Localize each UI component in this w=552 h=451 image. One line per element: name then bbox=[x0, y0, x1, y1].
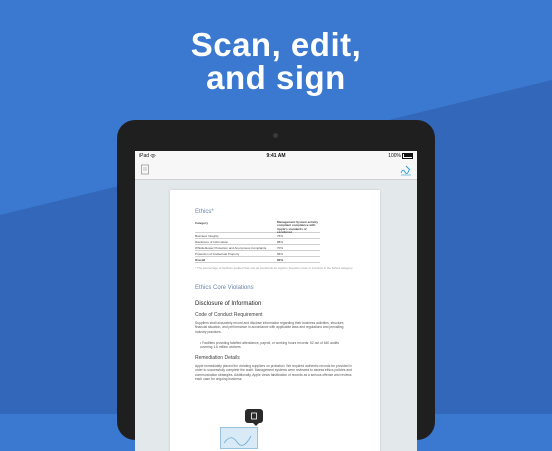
remediation-title: Remediation Details bbox=[195, 355, 240, 361]
remediation-paragraph: Apple immediately placed the violating s… bbox=[195, 364, 352, 382]
toolbar bbox=[135, 161, 417, 180]
code-paragraph: Suppliers shall accurately record and di… bbox=[195, 321, 345, 334]
scribble-icon bbox=[223, 435, 252, 446]
table-header-category: Category bbox=[195, 220, 209, 225]
device-screen: iPad 9:41 AM 100% Ethics* Category Manag… bbox=[135, 151, 417, 451]
headline: Scan, edit, and sign bbox=[0, 28, 552, 94]
ethics-table: Category Management System activity comp… bbox=[195, 220, 320, 263]
document-page[interactable]: Ethics* Category Management System activ… bbox=[170, 190, 380, 451]
table-row: Overall 82% bbox=[195, 257, 320, 263]
ipad-device: iPad 9:41 AM 100% Ethics* Category Manag… bbox=[117, 120, 435, 451]
bullet-item: • Facilities providing falsified attenda… bbox=[200, 341, 339, 350]
disclosure-title: Disclosure of Information bbox=[195, 301, 262, 307]
headline-line-1: Scan, edit, bbox=[190, 26, 362, 63]
table-footnote: * The percentage of facilities audited t… bbox=[195, 266, 354, 270]
copy-button[interactable] bbox=[245, 409, 263, 426]
headline-line-2: and sign bbox=[206, 59, 346, 96]
signature-region[interactable] bbox=[220, 427, 258, 449]
status-bar: iPad 9:41 AM 100% bbox=[135, 151, 417, 161]
status-battery: 100% bbox=[388, 151, 413, 161]
document-icon[interactable] bbox=[140, 164, 150, 175]
copy-icon bbox=[251, 412, 257, 420]
ethics-title: Ethics* bbox=[195, 209, 214, 215]
code-title: Code of Conduct Requirement bbox=[195, 312, 263, 318]
signature-icon[interactable] bbox=[400, 164, 412, 176]
table-header: Category Management System activity comp… bbox=[195, 220, 320, 234]
camera-icon bbox=[273, 133, 278, 138]
battery-icon bbox=[402, 152, 413, 159]
violations-title: Ethics Core Violations bbox=[195, 285, 254, 291]
status-time: 9:41 AM bbox=[266, 153, 286, 159]
